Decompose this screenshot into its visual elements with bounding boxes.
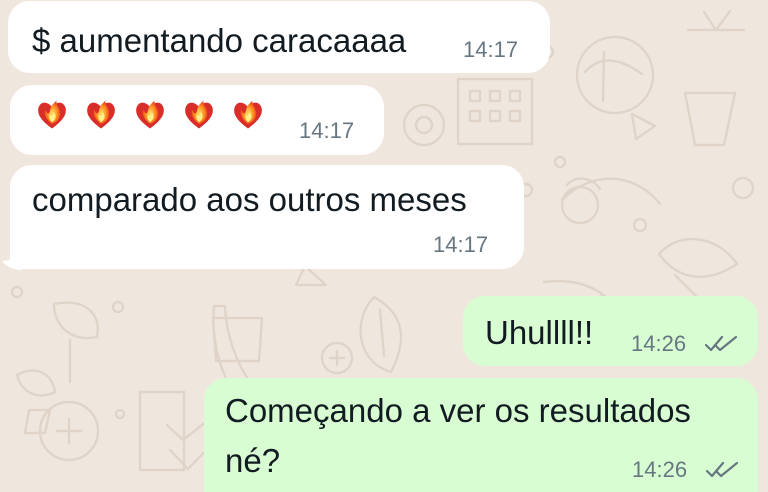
message-text: $ aumentando caracaaaa <box>32 22 407 59</box>
double-check-icon <box>705 461 739 478</box>
emoji-row <box>34 97 266 133</box>
message-text: Uhullll!! <box>485 314 594 351</box>
outgoing-message-bubble-2[interactable]: Começando a ver os resultados né? 14:26 <box>204 378 758 492</box>
message-text: comparado aos outros meses <box>32 181 467 218</box>
incoming-message-bubble-3[interactable]: comparado aos outros meses 14:17 <box>10 165 524 269</box>
message-timestamp: 14:17 <box>433 232 489 257</box>
heart-on-fire-emoji <box>234 100 262 129</box>
heart-on-fire-emoji <box>185 100 213 129</box>
incoming-message-bubble-1[interactable]: $ aumentando caracaaaa 14:17 <box>8 1 550 73</box>
message-timestamp: 14:26 <box>631 331 687 356</box>
heart-on-fire-emoji <box>38 100 66 129</box>
incoming-message-bubble-2[interactable]: 14:17 <box>10 85 384 155</box>
message-timestamp: 14:17 <box>463 37 519 62</box>
message-text-line-1: Começando a ver os resultados <box>225 392 691 429</box>
outgoing-message-bubble-1[interactable]: Uhullll!! 14:26 <box>463 296 758 366</box>
heart-on-fire-emoji <box>87 100 115 129</box>
double-check-icon <box>704 335 738 352</box>
message-text-line-2: né? <box>225 442 281 479</box>
message-timestamp: 14:26 <box>632 457 688 482</box>
heart-on-fire-emoji <box>136 100 164 129</box>
message-timestamp: 14:17 <box>299 118 355 143</box>
